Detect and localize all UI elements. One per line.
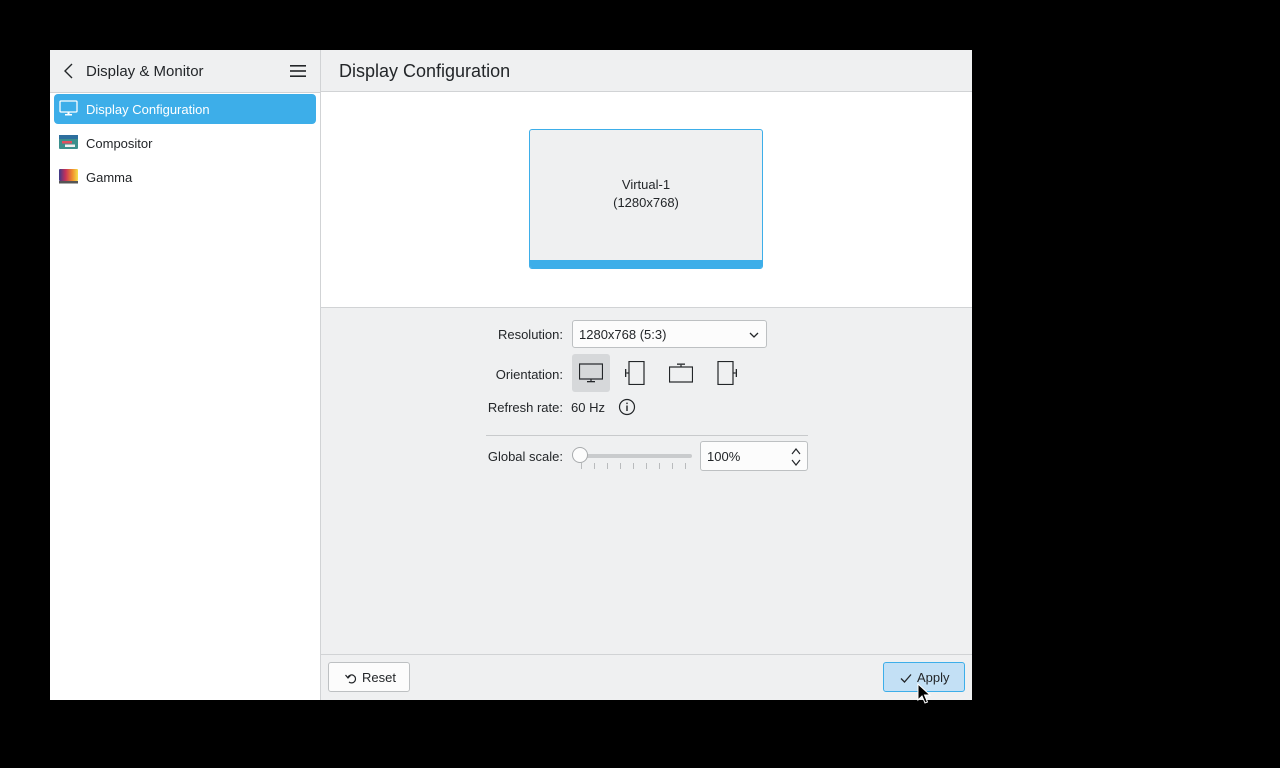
info-icon [618, 398, 636, 416]
slider-tick [581, 463, 582, 469]
sidebar-item-label: Compositor [86, 136, 153, 151]
reset-button[interactable]: Reset [328, 662, 410, 692]
monitor-resolution: (1280x768) [613, 195, 679, 210]
slider-tick [620, 463, 621, 469]
sidebar-header: Display & Monitor [50, 50, 320, 93]
landscape-flipped-icon [669, 363, 693, 383]
slider-track [580, 454, 692, 458]
monitor-output-virtual-1[interactable]: Virtual-1 (1280x768) [529, 129, 763, 269]
sidebar-list: Display Configuration Compositor Gamma [54, 94, 316, 196]
global-scale-spinbox[interactable]: 100% [700, 441, 808, 471]
slider-tick [594, 463, 595, 469]
global-scale-value: 100% [707, 449, 741, 464]
slider-tick [646, 463, 647, 469]
global-scale-label: Global scale: [487, 449, 563, 464]
footer-bar: Reset Apply [321, 654, 972, 700]
sidebar-title: Display & Monitor [86, 63, 204, 80]
sidebar-item-label: Display Configuration [86, 102, 210, 117]
global-scale-slider[interactable] [572, 445, 694, 475]
reset-label: Reset [362, 670, 396, 685]
display-preview-area: Virtual-1 (1280x768) [321, 92, 972, 308]
resolution-select[interactable]: 1280x768 (5:3) [572, 320, 767, 348]
resolution-value: 1280x768 (5:3) [579, 327, 667, 342]
main-panel: Display Configuration Virtual-1 (1280x76… [321, 50, 972, 700]
portrait-right-icon [717, 361, 737, 385]
hamburger-menu-button[interactable] [288, 61, 308, 81]
display-config-icon [59, 100, 78, 116]
slider-tick [672, 463, 673, 469]
slider-tick [685, 463, 686, 469]
orientation-landscape-button[interactable] [572, 354, 610, 392]
undo-icon [345, 674, 357, 684]
orientation-portrait-left-button[interactable] [617, 354, 655, 392]
spin-down-button[interactable] [789, 456, 803, 467]
compositor-icon [59, 135, 78, 149]
gamma-icon [59, 169, 78, 184]
sidebar-item-display-configuration[interactable]: Display Configuration [54, 94, 316, 124]
form-separator [486, 435, 808, 436]
page-header: Display Configuration [321, 50, 972, 92]
sidebar-item-label: Gamma [86, 170, 133, 185]
monitor-name: Virtual-1 [621, 177, 671, 192]
sidebar: Display & Monitor Display Configuration [50, 50, 321, 700]
slider-thumb[interactable] [572, 447, 588, 463]
sidebar-item-compositor[interactable]: Compositor [54, 128, 316, 158]
orientation-flipped-button[interactable] [662, 354, 700, 392]
resolution-label: Resolution: [497, 327, 563, 342]
refresh-rate-value: 60 Hz [571, 400, 605, 415]
portrait-left-icon [625, 361, 645, 385]
chevron-left-icon [64, 63, 73, 79]
spin-up-button[interactable] [789, 445, 803, 456]
sidebar-item-gamma[interactable]: Gamma [54, 162, 316, 192]
slider-tick [633, 463, 634, 469]
orientation-portrait-right-button[interactable] [707, 354, 745, 392]
orientation-label: Orientation: [495, 367, 563, 382]
refresh-rate-label: Refresh rate: [487, 400, 563, 415]
chevron-down-icon [749, 332, 759, 338]
monitor-primary-bar [530, 260, 762, 268]
info-button[interactable] [618, 398, 636, 416]
slider-tick [659, 463, 660, 469]
system-settings-window: Display & Monitor Display Configuration [50, 50, 972, 700]
back-button[interactable] [58, 60, 80, 82]
chevron-down-icon [791, 459, 801, 466]
slider-tick [607, 463, 608, 469]
landscape-icon [579, 363, 603, 383]
hamburger-menu-icon [290, 65, 306, 77]
checkmark-icon [900, 674, 912, 683]
mouse-cursor-icon [917, 683, 931, 704]
page-title: Display Configuration [339, 61, 511, 81]
